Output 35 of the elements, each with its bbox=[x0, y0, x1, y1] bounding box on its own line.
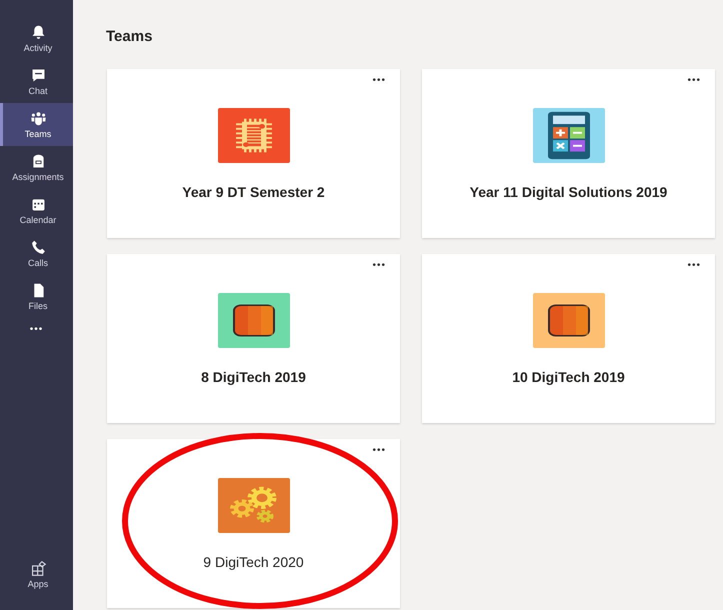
more-options-button[interactable]: ••• bbox=[372, 75, 386, 86]
team-card[interactable]: ••• 8 DigiTech 2019 bbox=[107, 254, 400, 423]
team-card[interactable]: ••• 10 DigiTech 2019 bbox=[422, 254, 715, 423]
nav-item[interactable]: Activity bbox=[0, 17, 73, 60]
team-name: Year 9 DT Semester 2 bbox=[181, 183, 326, 201]
chip-icon bbox=[236, 118, 272, 152]
phone-icon bbox=[30, 239, 46, 256]
nav-item[interactable]: Apps bbox=[0, 553, 73, 596]
nav-item[interactable]: Assignments bbox=[0, 146, 73, 189]
nav-item[interactable]: Calls bbox=[0, 232, 73, 275]
team-card[interactable]: ••• 9 DigiTech 2020 bbox=[107, 439, 400, 608]
team-name: 9 DigiTech 2020 bbox=[202, 553, 305, 571]
gears-icon bbox=[230, 486, 276, 523]
nav-item[interactable]: Calendar bbox=[0, 189, 73, 232]
more-options-button[interactable]: ••• bbox=[687, 260, 701, 271]
tablet-icon bbox=[232, 304, 274, 337]
more-options-button[interactable]: ••• bbox=[372, 445, 386, 456]
team-name: 10 DigiTech 2019 bbox=[511, 368, 626, 386]
chat-icon bbox=[30, 67, 46, 84]
nav-item[interactable]: Chat bbox=[0, 60, 73, 103]
more-options-button[interactable]: ••• bbox=[372, 260, 386, 271]
team-name: Year 11 Digital Solutions 2019 bbox=[468, 183, 668, 201]
apps-icon bbox=[30, 560, 46, 577]
more-button[interactable]: ••• bbox=[30, 324, 44, 335]
more-options-button[interactable]: ••• bbox=[687, 75, 701, 86]
team-card[interactable]: ••• Year 11 Digital Solutions 2019 bbox=[422, 69, 715, 238]
team-name: 8 DigiTech 2019 bbox=[200, 368, 307, 386]
team-card[interactable]: ••• Year 9 DT Semester 2 bbox=[107, 69, 400, 238]
nav-item[interactable]: Files bbox=[0, 275, 73, 318]
people-icon bbox=[30, 110, 46, 127]
calculator-icon bbox=[548, 112, 590, 160]
nav-item[interactable]: Teams bbox=[0, 103, 73, 146]
bell-icon bbox=[30, 24, 46, 41]
tablet-icon bbox=[548, 304, 590, 337]
page-title: Teams bbox=[106, 28, 152, 45]
